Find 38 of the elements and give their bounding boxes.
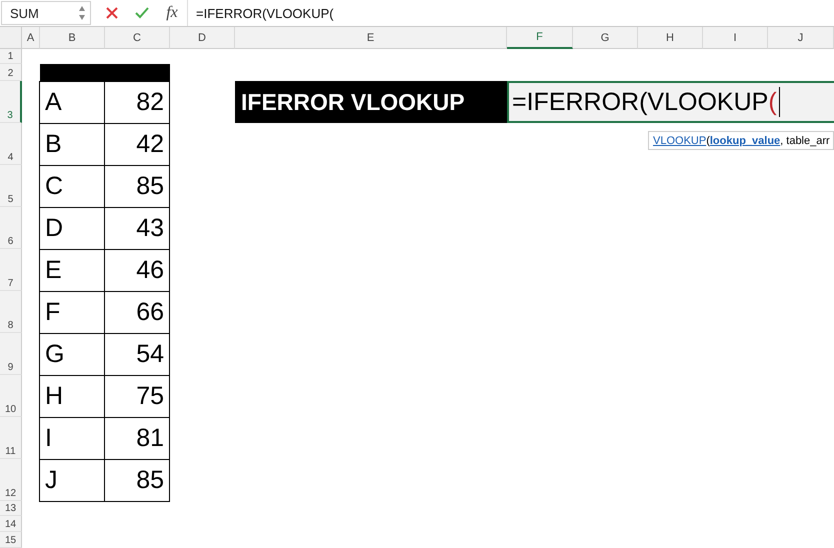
table-cell: J [39, 459, 105, 502]
row-header[interactable]: 1 [0, 49, 22, 64]
column-header[interactable]: I [703, 27, 768, 49]
column-header[interactable]: D [170, 27, 235, 49]
row-header[interactable]: 7 [0, 249, 22, 291]
row-header[interactable]: 9 [0, 333, 22, 375]
column-header[interactable]: G [573, 27, 638, 49]
column-header[interactable]: F [507, 27, 573, 49]
row-header[interactable]: 5 [0, 165, 22, 207]
column-header[interactable]: C [105, 27, 170, 49]
row-header[interactable]: 11 [0, 417, 22, 459]
row-header[interactable]: 12 [0, 459, 22, 501]
row-header[interactable]: 8 [0, 291, 22, 333]
row-header[interactable]: 2 [0, 64, 22, 81]
title-cell: IFERROR VLOOKUP [235, 81, 507, 123]
row-header[interactable]: 4 [0, 123, 22, 165]
column-header[interactable]: J [768, 27, 834, 49]
row-header[interactable]: 14 [0, 516, 22, 532]
formula-field[interactable]: =IFERROR(VLOOKUP( [187, 0, 834, 26]
row-header[interactable]: 3 [0, 81, 22, 123]
check-icon[interactable] [135, 7, 149, 19]
row-header[interactable]: 10 [0, 375, 22, 417]
insert-function-button[interactable]: fx [157, 4, 187, 22]
row-header[interactable]: 6 [0, 207, 22, 249]
function-tooltip: VLOOKUP(lookup_value, table_arr [648, 131, 834, 150]
column-header[interactable]: H [638, 27, 703, 49]
row-header[interactable]: 13 [0, 501, 22, 516]
table-cell: 82 [104, 81, 170, 124]
column-header[interactable]: A [22, 27, 40, 49]
table-cell: 85 [104, 459, 170, 502]
column-header[interactable]: E [235, 27, 507, 49]
row-header[interactable]: 15 [0, 532, 22, 548]
spinner-icon[interactable] [78, 4, 86, 22]
cancel-icon[interactable] [106, 7, 118, 19]
cell-editor[interactable]: =IFERROR(VLOOKUP( [507, 81, 834, 123]
name-box[interactable]: SUM [1, 1, 91, 25]
table-cell: A [39, 81, 105, 124]
column-header[interactable]: B [40, 27, 105, 49]
